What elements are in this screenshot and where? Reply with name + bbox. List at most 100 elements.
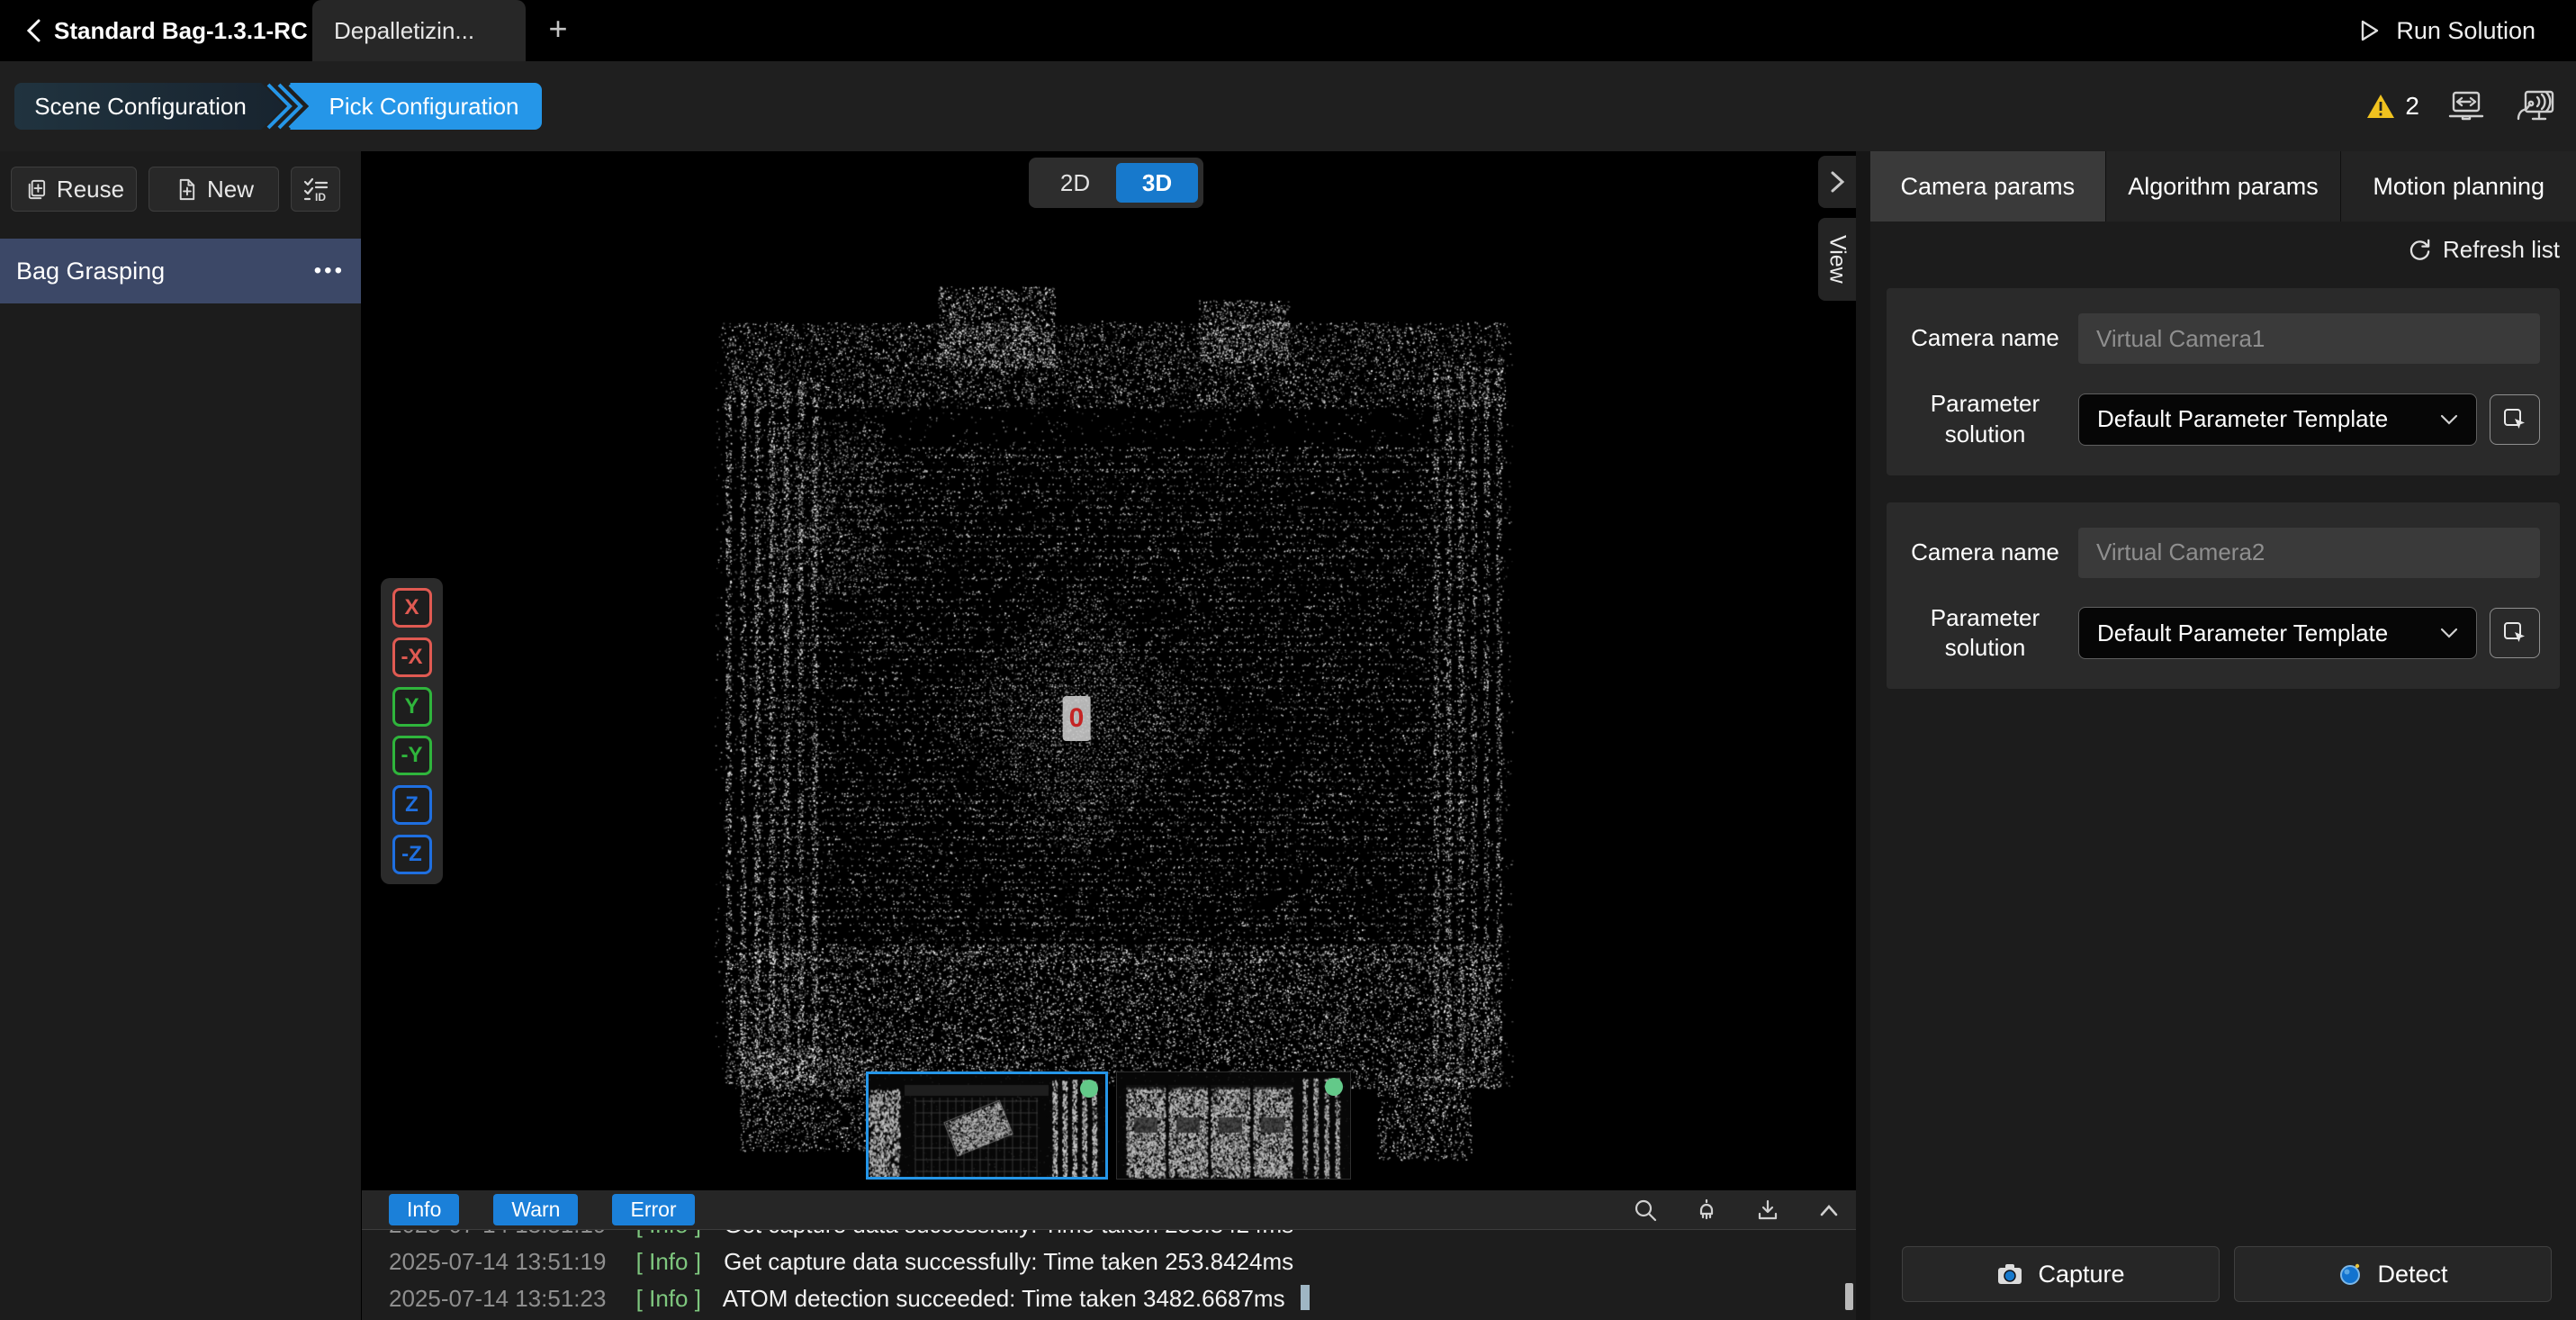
parameter-solution-label: Parameter solution — [1906, 603, 2064, 665]
log-filter-warn[interactable]: Warn — [493, 1194, 578, 1225]
axis-minus-x-button[interactable]: -X — [392, 637, 432, 677]
origin-marker: 0 — [1063, 696, 1091, 741]
chevron-down-icon — [2440, 414, 2458, 425]
select-cursor-icon — [2501, 406, 2528, 433]
params-tabs: Camera params Algorithm params Motion pl… — [1870, 151, 2576, 222]
log-content[interactable]: 2025-07-14 13:51:19 [ Info ] Get capture… — [362, 1230, 1856, 1319]
camera1-thumbnail[interactable] — [866, 1071, 1108, 1180]
tab-depalletizing[interactable]: Depalletizin... — [312, 0, 526, 61]
log-download-button[interactable] — [1755, 1198, 1780, 1223]
text-caret — [1301, 1285, 1310, 1310]
camera2-card: Camera name Parameter solution Default P… — [1887, 502, 2560, 690]
parameter-solution-value: Default Parameter Template — [2097, 619, 2388, 647]
chevron-down-icon — [2440, 628, 2458, 638]
detect-button[interactable]: Detect — [2234, 1246, 2552, 1302]
tab-algorithm-params[interactable]: Algorithm params — [2106, 151, 2342, 222]
log-clear-button[interactable] — [1694, 1198, 1719, 1223]
robot-monitor-icon — [2513, 88, 2556, 124]
point-cloud-canvas[interactable] — [362, 151, 1856, 1190]
search-icon — [1633, 1198, 1658, 1223]
warning-triangle-icon — [2365, 93, 2396, 120]
camera-icon — [1996, 1262, 2023, 1286]
new-button[interactable]: New — [149, 167, 279, 212]
breadcrumb-chevron-stripes-icon — [265, 83, 315, 130]
select-template-button[interactable] — [2490, 394, 2540, 445]
mode-3d-button[interactable]: 3D — [1116, 163, 1198, 203]
id-checklist-button[interactable]: ID — [291, 167, 340, 212]
view-tab[interactable]: View — [1818, 218, 1856, 301]
data-transfer-button[interactable] — [2446, 89, 2486, 123]
parameter-solution-dropdown[interactable]: Default Parameter Template — [2078, 607, 2477, 659]
reuse-button[interactable]: Reuse — [11, 167, 137, 212]
back-button[interactable] — [16, 13, 52, 49]
params-panel: Camera params Algorithm params Motion pl… — [1870, 151, 2576, 1320]
breadcrumb: Scene Configuration Pick Configuration — [14, 83, 542, 130]
log-toolbar: Info Warn Error — [362, 1190, 1856, 1230]
point-cloud-viewport[interactable]: 2D 3D X -X Y -Y Z -Z View 0 — [362, 151, 1856, 1190]
log-filter-info[interactable]: Info — [389, 1194, 459, 1225]
view-mode-toggle: 2D 3D — [1029, 158, 1203, 208]
camera-name-label: Camera name — [1906, 323, 2064, 354]
clear-brush-icon — [1694, 1198, 1719, 1223]
capture-button[interactable]: Capture — [1902, 1246, 2220, 1302]
log-collapse-button[interactable] — [1816, 1201, 1842, 1219]
workflow-item-bag-grasping[interactable]: Bag Grasping ••• — [0, 239, 361, 303]
copy-plus-icon — [23, 177, 48, 202]
axis-z-button[interactable]: Z — [392, 785, 432, 825]
parameter-solution-dropdown[interactable]: Default Parameter Template — [2078, 393, 2477, 446]
camera1-thumbnail-canvas — [869, 1074, 1105, 1177]
axis-minus-y-button[interactable]: -Y — [392, 736, 432, 775]
breadcrumb-pick-configuration[interactable]: Pick Configuration — [290, 83, 542, 130]
camera-name-label: Camera name — [1906, 538, 2064, 568]
chevron-left-icon — [29, 21, 39, 41]
log-entry-clipped: 2025-07-14 13:51:19 [ Info ] Get capture… — [389, 1230, 1856, 1243]
solution-title: Standard Bag-1.3.1-RC — [54, 0, 308, 61]
log-panel: Info Warn Error — [362, 1190, 1856, 1320]
chevron-up-icon — [1816, 1201, 1842, 1219]
robot-communication-button[interactable] — [2513, 88, 2556, 124]
laptop-transfer-icon — [2446, 89, 2486, 123]
log-search-button[interactable] — [1633, 1198, 1658, 1223]
more-options-icon[interactable]: ••• — [314, 258, 345, 284]
workflow-list-panel: Reuse New ID Bag Grasping ••• — [0, 151, 362, 1320]
log-filter-error[interactable]: Error — [612, 1194, 694, 1225]
camera-name-input[interactable] — [2078, 313, 2540, 364]
camera1-status-dot — [1080, 1080, 1098, 1098]
top-bar: Standard Bag-1.3.1-RC Depalletizin... + … — [0, 0, 2576, 61]
detect-label: Detect — [2377, 1261, 2447, 1288]
camera-name-input[interactable] — [2078, 528, 2540, 578]
refresh-list-button[interactable]: Refresh list — [1887, 222, 2560, 277]
reuse-label: Reuse — [57, 176, 124, 203]
parameter-solution-value: Default Parameter Template — [2097, 405, 2388, 433]
detect-sphere-icon — [2337, 1261, 2363, 1287]
run-solution-label: Run Solution — [2396, 17, 2535, 45]
axis-gizmo: X -X Y -Y Z -Z — [381, 578, 443, 884]
refresh-list-label: Refresh list — [2443, 236, 2560, 264]
refresh-icon — [2408, 238, 2432, 262]
camera1-card: Camera name Parameter solution Default P… — [1887, 288, 2560, 475]
warning-count: 2 — [2405, 92, 2419, 121]
download-icon — [1755, 1198, 1780, 1223]
mode-2d-button[interactable]: 2D — [1034, 163, 1116, 203]
chevron-right-icon — [1827, 168, 1847, 195]
select-template-button[interactable] — [2490, 608, 2540, 658]
log-entry: 2025-07-14 13:51:23 [ Info ] ATOM detect… — [389, 1280, 1856, 1317]
axis-minus-z-button[interactable]: -Z — [392, 835, 432, 874]
play-icon — [2356, 17, 2382, 44]
axis-y-button[interactable]: Y — [392, 687, 432, 727]
file-plus-icon — [174, 177, 198, 202]
camera2-status-dot — [1325, 1078, 1343, 1096]
select-cursor-icon — [2501, 619, 2528, 646]
axis-x-button[interactable]: X — [392, 588, 432, 628]
breadcrumb-scene-configuration[interactable]: Scene Configuration — [14, 83, 284, 130]
checklist-id-icon: ID — [302, 176, 329, 203]
log-scrollbar-thumb[interactable] — [1845, 1283, 1853, 1310]
log-entry: 2025-07-14 13:51:19 [ Info ] Get capture… — [389, 1243, 1856, 1280]
camera2-thumbnail[interactable] — [1116, 1071, 1351, 1180]
tab-camera-params[interactable]: Camera params — [1870, 151, 2106, 222]
add-tab-button[interactable]: + — [536, 0, 580, 61]
panel-expand-button[interactable] — [1818, 156, 1856, 208]
tab-motion-planning[interactable]: Motion planning — [2341, 151, 2576, 222]
run-solution-button[interactable]: Run Solution — [2356, 0, 2535, 61]
warning-indicator[interactable]: 2 — [2365, 92, 2419, 121]
